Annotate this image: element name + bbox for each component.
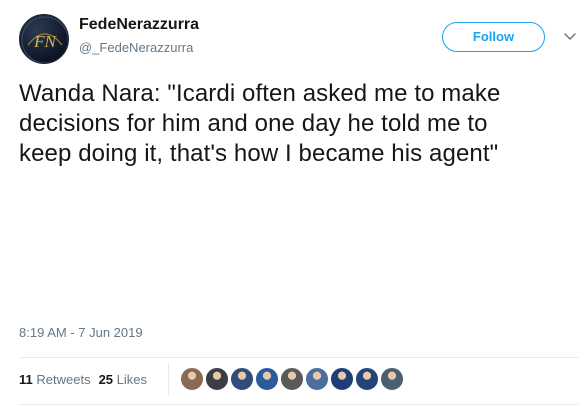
divider	[19, 404, 579, 405]
likes-label: Likes	[116, 372, 148, 387]
follow-button[interactable]: Follow	[442, 22, 545, 52]
likes-stat[interactable]: 25 Likes	[99, 372, 147, 387]
retweets-label: Retweets	[36, 372, 91, 387]
chevron-down-icon[interactable]	[562, 29, 578, 45]
display-name[interactable]: FedeNerazzurra	[79, 16, 199, 34]
liker-avatar-5[interactable]	[280, 367, 304, 391]
retweets-count: 11	[19, 372, 33, 387]
avatar-logo-icon: FN	[21, 16, 68, 63]
liker-avatar-6[interactable]	[305, 367, 329, 391]
tweet-text: Wanda Nara: "Icardi often asked me to ma…	[19, 79, 579, 169]
liker-avatar-8[interactable]	[355, 367, 379, 391]
stats-separator	[168, 363, 169, 395]
tweet-text-line: Wanda Nara: "Icardi often asked me to ma…	[19, 80, 501, 107]
liker-avatar-1[interactable]	[180, 367, 204, 391]
tweet-stats: 11 Retweets 25 Likes	[19, 372, 147, 387]
user-avatar[interactable]: FN	[19, 14, 69, 64]
liker-avatar-9[interactable]	[380, 367, 404, 391]
liker-avatar-7[interactable]	[330, 367, 354, 391]
tweet-text-line: keep doing it, that's how I became his a…	[19, 140, 499, 167]
tweet-card: FN FedeNerazzurra @_FedeNerazzurra Follo…	[0, 0, 584, 406]
svg-text:FN: FN	[33, 32, 57, 51]
likes-count: 25	[98, 372, 114, 387]
tweet-text-line: decisions for him and one day he told me…	[19, 110, 488, 137]
liker-avatar-2[interactable]	[205, 367, 229, 391]
liker-avatar-3[interactable]	[230, 367, 254, 391]
tweet-timestamp[interactable]: 8:19 AM - 7 Jun 2019	[19, 325, 143, 340]
divider	[19, 357, 579, 358]
liker-avatar-4[interactable]	[255, 367, 279, 391]
retweets-stat[interactable]: 11 Retweets	[19, 372, 91, 387]
user-handle[interactable]: @_FedeNerazzurra	[79, 40, 193, 55]
